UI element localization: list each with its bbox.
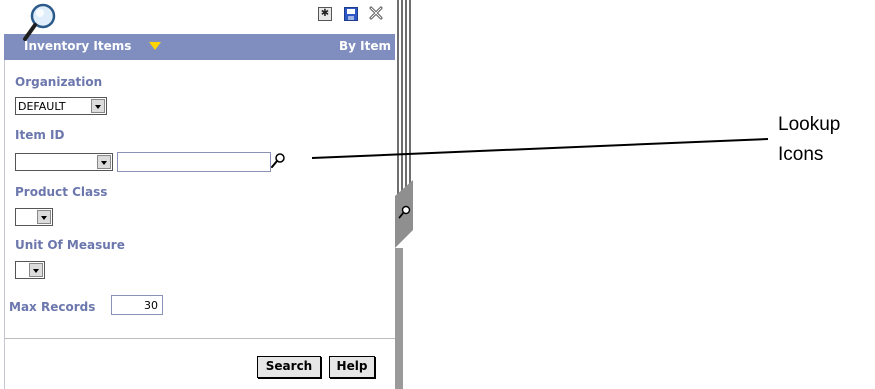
callout-pointer-line [311, 138, 769, 159]
callout-label: Lookup Icons [778, 110, 840, 170]
callout-line-2: Icons [778, 144, 824, 165]
callout-line-1: Lookup [778, 114, 841, 135]
search-magnifier-icon [23, 3, 56, 41]
